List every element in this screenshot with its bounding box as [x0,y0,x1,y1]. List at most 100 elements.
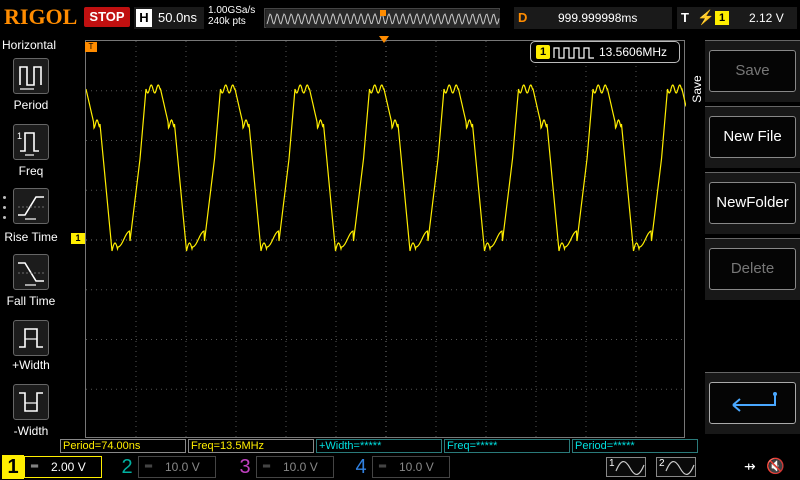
rise-time-label: Rise Time [4,230,58,244]
generator-1-number: 1 [609,458,615,469]
freq-icon: 1 [17,131,39,156]
sample-rate: 1.00GSa/s [208,5,256,16]
rigol-logo: RIGOL [4,4,78,29]
channel-4-number[interactable]: 4 [350,455,372,479]
new-file-button[interactable]: New File [709,116,796,158]
acquisition-info: 1.00GSa/s 240k pts [208,5,255,27]
counter-value: 13.5606MHz [599,45,668,59]
delete-item[interactable]: Delete [705,238,800,300]
rise-time-icon [18,196,44,220]
measurement-item[interactable]: Period=74.00ns [60,439,186,453]
save-button[interactable]: Save [709,50,796,92]
trigger-position-marker [379,36,389,43]
neg-width-icon [19,392,43,412]
svg-text:1: 1 [17,131,22,141]
menu-title: Horizontal [2,38,57,52]
measurement-item[interactable]: +Width=***** [316,439,442,453]
channel-1-scale: 2.00 V [51,460,86,474]
generator-1-status[interactable]: 1 [606,457,646,477]
fall-time-icon [18,262,44,286]
generator-2-status[interactable]: 2 [656,457,696,477]
measurement-item[interactable]: Freq=***** [444,439,570,453]
measurement-item[interactable]: Freq=13.5MHz [188,439,314,453]
dc-coupling-icon: ═ [31,461,39,472]
save-menu: Save Save New File NewFolder Delete [689,36,800,454]
memory-overview-strip[interactable] [264,8,500,28]
dc-coupling-icon: ═ [145,461,153,472]
dc-coupling-icon: ═ [263,461,271,472]
channel-1-number[interactable]: 1 [2,455,24,479]
return-arrow-icon [731,392,777,412]
delete-button[interactable]: Delete [709,248,796,290]
waveform-grid-svg [86,41,686,439]
trigger-source-badge: 1 [715,11,729,25]
return-item[interactable] [705,372,800,434]
freq-button[interactable]: 1 [13,124,49,160]
channel-4-scale: 10.0 V [399,460,434,474]
pos-width-button[interactable] [13,320,49,356]
period-icon [19,66,42,90]
measurement-text: Period=***** [575,440,635,452]
channel-1-panel[interactable]: ═ 2.00 V [24,456,102,478]
new-file-item[interactable]: New File [705,106,800,168]
channel-2-panel[interactable]: ═ 10.0 V [138,456,216,478]
new-folder-item[interactable]: NewFolder [705,172,800,234]
channel-1-ground-marker[interactable]: T [85,42,97,52]
measurement-text: Freq=***** [447,440,498,452]
speaker-muted-icon[interactable]: 🔇 [766,457,785,475]
measurement-text: Period=74.00ns [63,440,141,452]
save-item[interactable]: Save [705,40,800,102]
horizontal-label: H [136,9,152,27]
dc-coupling-icon: ═ [379,461,387,472]
counter-channel-badge: 1 [536,45,550,59]
square-wave-icon [553,47,594,59]
top-status-bar: RIGOL STOP H 50.0ns 1.00GSa/s 240k pts D… [0,0,800,36]
generator-2-number: 2 [659,458,665,469]
horizontal-measure-menu: Horizontal Period 1 Freq Rise Time Fall … [0,36,60,454]
scroll-dots [3,196,7,226]
delay-box[interactable]: D 999.999998ms [514,7,672,29]
channel-3-number[interactable]: 3 [234,455,256,479]
measurement-bar: Period=74.00ns Freq=13.5MHz +Width=*****… [60,438,700,454]
delay-value: 999.999998ms [558,11,638,25]
delay-label: D [518,10,528,25]
trigger-level: 2.12 V [749,11,784,25]
period-label: Period [13,98,49,112]
fall-time-label: Fall Time [6,294,56,308]
pos-width-label: +Width [12,358,50,372]
pos-width-icon [19,328,43,348]
channel-3-panel[interactable]: ═ 10.0 V [256,456,334,478]
run-stop-indicator[interactable]: STOP [84,7,130,27]
channel-bar: 1 ═ 2.00 V 2 ═ 10.0 V 3 ═ 10.0 V 4 ═ 10.… [0,454,800,480]
timebase-value: 50.0ns [158,10,198,25]
channel-1-offset-marker[interactable]: 1 [71,233,85,244]
fall-time-button[interactable] [13,254,49,290]
period-button[interactable] [13,58,49,94]
measurement-text: +Width=***** [319,440,382,452]
neg-width-button[interactable] [13,384,49,420]
menu-tab: Save [689,56,705,126]
measurement-text: Freq=13.5MHz [191,440,265,452]
memory-depth: 240k pts [208,16,246,27]
channel-2-scale: 10.0 V [165,460,200,474]
waveform-display[interactable] [85,40,686,439]
trigger-box[interactable]: T ⚡ 1 2.12 V [677,7,797,29]
sine-wave-icon [665,461,695,475]
usb-icon: ⇸ [744,458,756,474]
sine-wave-icon [615,461,645,475]
new-folder-button[interactable]: NewFolder [709,182,796,224]
channel-2-number[interactable]: 2 [116,455,138,479]
freq-label: Freq [18,164,44,178]
frequency-counter: 1 13.5606MHz [530,41,680,63]
measurement-item[interactable]: Period=***** [572,439,698,453]
neg-width-label: -Width [13,424,49,438]
rising-edge-icon: ⚡ [697,9,715,25]
channel-4-panel[interactable]: ═ 10.0 V [372,456,450,478]
memory-position-marker [380,10,386,16]
return-button[interactable] [709,382,796,424]
trigger-label: T [681,10,689,25]
timebase-box[interactable]: H 50.0ns [134,7,204,29]
rise-time-button[interactable] [13,188,49,224]
menu-tab-title: Save [690,75,704,103]
channel-3-scale: 10.0 V [283,460,318,474]
